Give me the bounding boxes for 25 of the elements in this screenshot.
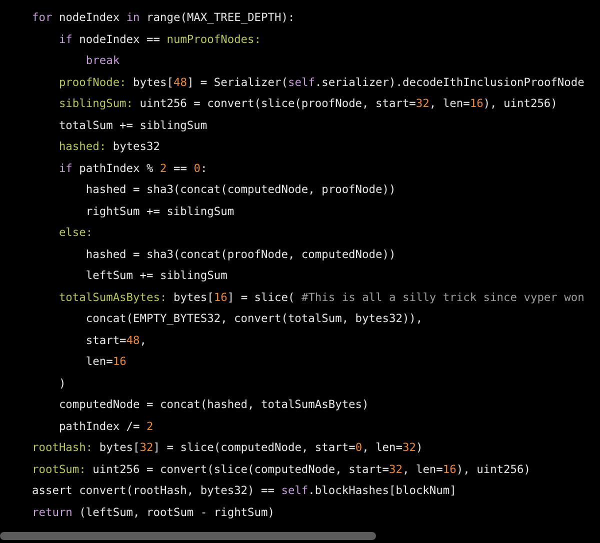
code-line: hashed = sha3(concat(proofNode, computedNode)) [86, 246, 396, 262]
code-line: ) [58, 376, 66, 392]
code-line: totalSum += siblingSum [58, 118, 208, 134]
code-line: leftSum += siblingSum [86, 268, 228, 284]
code-line: if nodeIndex == numProofNodes: [58, 32, 262, 48]
code-line: computedNode = concat(hashed, totalSumAsBytes) [58, 397, 369, 413]
code-line: siblingSum: uint256 = convert(slice(proofNode, start=32, len=16), uint256) [58, 96, 558, 112]
code-line: rightSum += siblingSum [86, 204, 234, 220]
code-line: concat(EMPTY_BYTES32, convert(totalSum, bytes32)), [86, 311, 423, 327]
code-line: hashed: bytes32 [58, 139, 160, 155]
code-line: return (leftSum, rootSum - rightSum) [32, 504, 274, 520]
code-line: rootSum: uint256 = convert(slice(computedNode, start=32, len=16), uint256) [32, 462, 530, 478]
code-line: hashed = sha3(concat(computedNode, proofNode)) [86, 182, 396, 198]
code-line: len=16 [86, 354, 126, 370]
code-line: rootHash: bytes[32] = slice(computedNode, start=0, len=32) [32, 440, 423, 456]
code-line: start=48, [86, 332, 147, 348]
code-line: break [86, 53, 120, 69]
scrollbar-thumb[interactable] [0, 532, 376, 540]
code-line: for nodeIndex in range(MAX_TREE_DEPTH): [32, 10, 295, 26]
code-line: else: [58, 225, 93, 241]
code-line: totalSumAsBytes: bytes[16] = slice( #This is all a silly trick since vyper won [58, 290, 584, 306]
code-line: proofNode: bytes[48] = Serializer(self.serializer).decodeIthInclusionProofNode [58, 74, 584, 90]
code-line: pathIndex /= 2 [58, 418, 154, 434]
code-line: assert convert(rootHash, bytes32) == self.blockHashes[blockNum] [32, 483, 456, 499]
code-line: if pathIndex % 2 == 0: [58, 160, 208, 176]
